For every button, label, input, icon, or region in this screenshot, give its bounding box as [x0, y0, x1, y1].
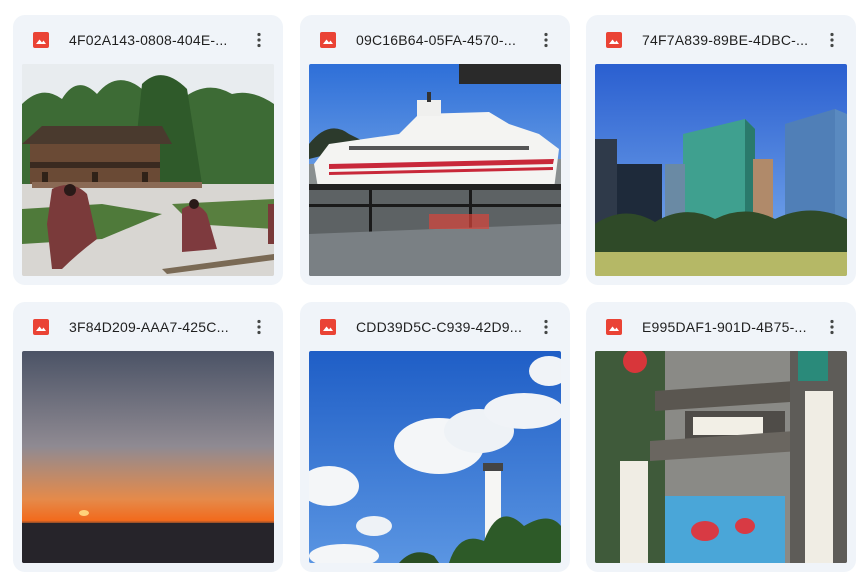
- more-options-button[interactable]: [818, 26, 846, 54]
- lighthouse-sky-photo[interactable]: [309, 351, 561, 563]
- more-options-button[interactable]: [245, 313, 273, 341]
- file-card[interactable]: 4F02A143-0808-404E-...: [13, 15, 283, 285]
- more-options-button[interactable]: [532, 313, 560, 341]
- city-skyscrapers-photo[interactable]: [595, 64, 847, 276]
- more-vert-icon: [544, 319, 548, 335]
- shrine-ceremony-photo[interactable]: [22, 64, 274, 276]
- more-vert-icon: [830, 319, 834, 335]
- more-vert-icon: [257, 319, 261, 335]
- sunset-cityscape-photo[interactable]: [22, 351, 274, 563]
- file-card[interactable]: 09C16B64-05FA-4570-...: [300, 15, 570, 285]
- file-name: 4F02A143-0808-404E-...: [69, 32, 228, 48]
- more-options-button[interactable]: [532, 26, 560, 54]
- file-card-header: 3F84D209-AAA7-425C...: [13, 302, 283, 351]
- image-file-icon: [320, 32, 336, 48]
- ferry-ship-photo[interactable]: [309, 64, 561, 276]
- file-name: CDD39D5C-C939-42D9...: [356, 319, 523, 335]
- more-vert-icon: [544, 32, 548, 48]
- image-file-icon: [33, 32, 49, 48]
- temple-gate-photo[interactable]: [595, 351, 847, 563]
- file-grid: 4F02A143-0808-404E-... 09C16B64-05FA-457…: [0, 0, 865, 581]
- file-name: 09C16B64-05FA-4570-...: [356, 32, 517, 48]
- image-file-icon: [33, 319, 49, 335]
- file-card-header: 74F7A839-89BE-4DBC-...: [586, 15, 856, 64]
- file-card[interactable]: CDD39D5C-C939-42D9...: [300, 302, 570, 572]
- more-vert-icon: [257, 32, 261, 48]
- file-card[interactable]: 74F7A839-89BE-4DBC-...: [586, 15, 856, 285]
- file-card-header: CDD39D5C-C939-42D9...: [300, 302, 570, 351]
- file-card[interactable]: E995DAF1-901D-4B75-...: [586, 302, 856, 572]
- file-name: 74F7A839-89BE-4DBC-...: [642, 32, 809, 48]
- file-card[interactable]: 3F84D209-AAA7-425C...: [13, 302, 283, 572]
- file-card-header: 09C16B64-05FA-4570-...: [300, 15, 570, 64]
- file-name: 3F84D209-AAA7-425C...: [69, 319, 229, 335]
- more-options-button[interactable]: [818, 313, 846, 341]
- more-options-button[interactable]: [245, 26, 273, 54]
- file-card-header: 4F02A143-0808-404E-...: [13, 15, 283, 64]
- image-file-icon: [320, 319, 336, 335]
- image-file-icon: [606, 319, 622, 335]
- more-vert-icon: [830, 32, 834, 48]
- image-file-icon: [606, 32, 622, 48]
- file-name: E995DAF1-901D-4B75-...: [642, 319, 807, 335]
- file-card-header: E995DAF1-901D-4B75-...: [586, 302, 856, 351]
